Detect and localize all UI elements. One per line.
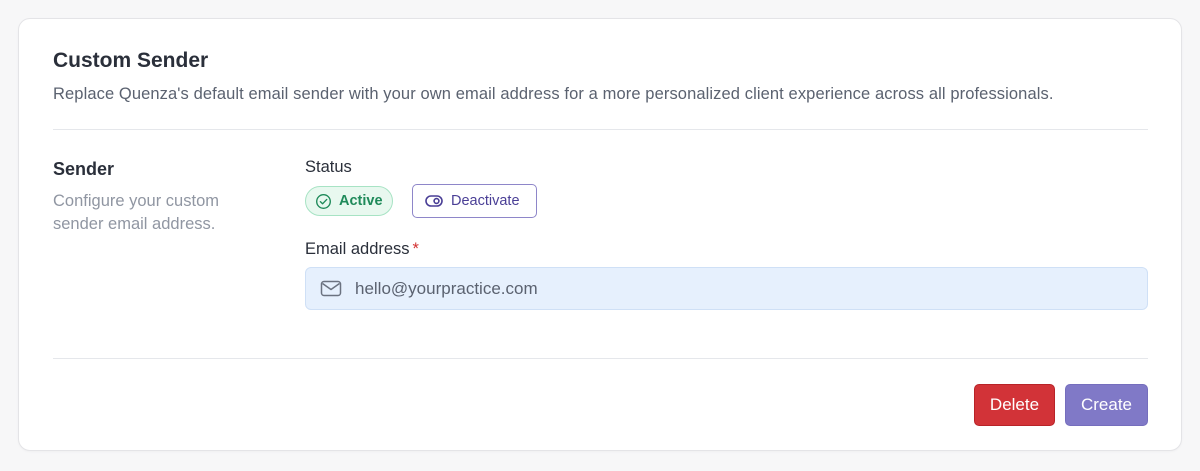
deactivate-button[interactable]: Deactivate	[412, 184, 537, 218]
divider-bottom	[53, 358, 1148, 359]
deactivate-button-label: Deactivate	[451, 193, 520, 209]
status-label: Status	[305, 158, 352, 176]
create-button[interactable]: Create	[1065, 384, 1148, 426]
check-circle-icon	[316, 193, 331, 209]
envelope-icon	[320, 280, 342, 297]
card-title: Custom Sender	[53, 49, 209, 72]
email-input[interactable]	[355, 278, 1115, 299]
custom-sender-card: Custom Sender Replace Quenza's default e…	[18, 18, 1182, 451]
status-badge: Active	[305, 186, 393, 216]
section-title: Sender	[53, 159, 115, 179]
email-field[interactable]	[305, 267, 1148, 310]
toggle-icon	[425, 195, 443, 207]
email-label: Email address *	[305, 240, 419, 259]
status-badge-label: Active	[339, 193, 383, 209]
required-indicator: *	[412, 240, 419, 258]
delete-button[interactable]: Delete	[974, 384, 1055, 426]
section-description: Configure your custom sender email addre…	[53, 192, 219, 233]
card-description: Replace Quenza's default email sender wi…	[53, 85, 1054, 103]
divider-top	[53, 129, 1148, 130]
email-label-text: Email address	[305, 240, 410, 258]
